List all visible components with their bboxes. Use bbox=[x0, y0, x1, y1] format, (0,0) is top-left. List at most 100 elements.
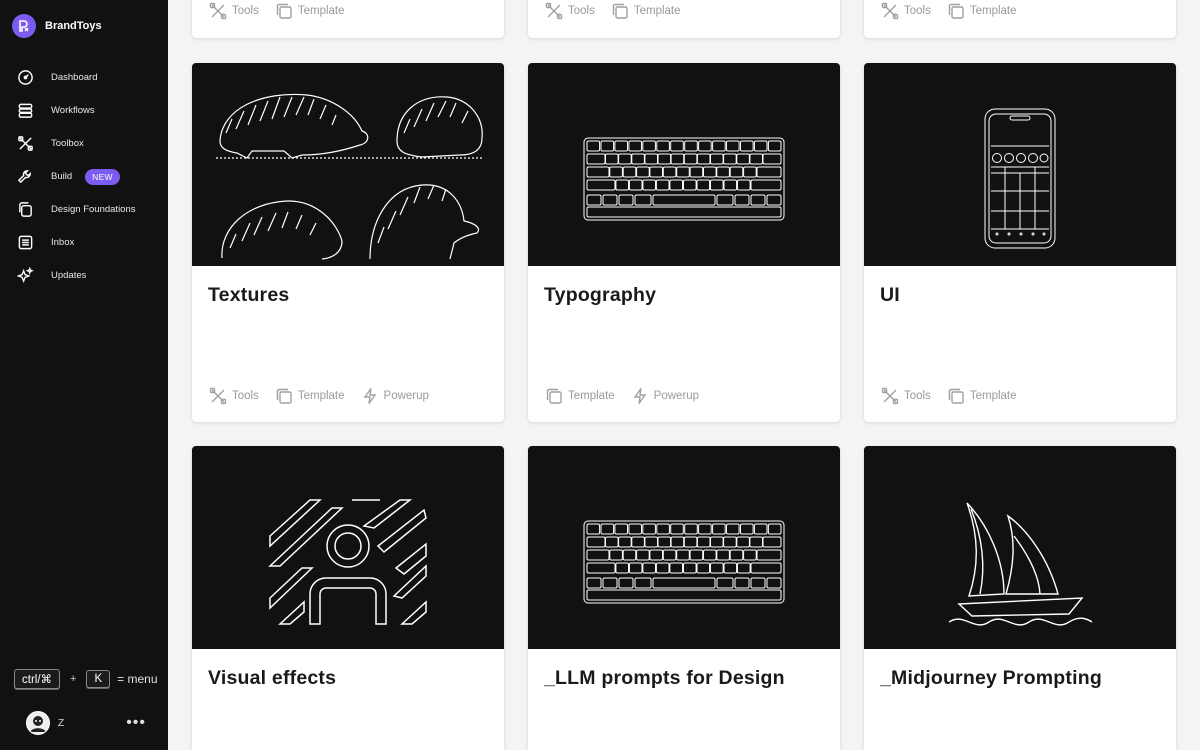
keyboard-key bbox=[723, 562, 738, 574]
stack-icon bbox=[18, 103, 33, 118]
keyboard-key bbox=[657, 153, 672, 165]
keyboard-key bbox=[740, 140, 754, 152]
card-visual-effects[interactable]: Visual effects bbox=[192, 446, 504, 750]
tag-template[interactable]: Template bbox=[545, 387, 615, 405]
keyboard-key bbox=[753, 523, 768, 535]
keyboard-illustration bbox=[583, 137, 785, 221]
tag-template[interactable]: Template bbox=[275, 387, 345, 405]
keyboard-key bbox=[726, 140, 740, 152]
tag-tools[interactable]: Tools bbox=[209, 2, 259, 20]
card-ui[interactable]: UI Tools Template bbox=[864, 63, 1176, 422]
keyboard-key bbox=[669, 179, 683, 191]
brand[interactable]: BrandToys bbox=[12, 14, 102, 38]
keyboard-key bbox=[716, 166, 730, 178]
sidebar-item-dashboard[interactable]: Dashboard bbox=[0, 61, 168, 94]
tag-label: Tools bbox=[568, 5, 595, 17]
keyboard-key bbox=[649, 549, 664, 561]
keyboard-key bbox=[662, 166, 677, 178]
tools-icon bbox=[18, 136, 33, 151]
keyboard-key bbox=[631, 153, 645, 165]
keyboard-key bbox=[656, 523, 670, 535]
keyboard-key bbox=[642, 140, 656, 152]
keyboard-key bbox=[766, 577, 782, 589]
user-name: Z bbox=[58, 717, 65, 729]
keyboard-key bbox=[586, 194, 602, 206]
card-image bbox=[864, 446, 1176, 649]
more-options-icon[interactable]: ••• bbox=[126, 715, 146, 731]
keyboard-key bbox=[670, 153, 685, 165]
keyboard-key bbox=[586, 549, 610, 561]
card-tags: Template Powerup bbox=[545, 387, 699, 405]
keyboard-key bbox=[586, 536, 606, 548]
card-partial[interactable]: Tools Template bbox=[864, 0, 1176, 38]
keyboard-key bbox=[634, 577, 652, 589]
brand-name: BrandToys bbox=[45, 20, 102, 32]
wrench-icon bbox=[17, 170, 31, 184]
tag-tools[interactable]: Tools bbox=[881, 2, 931, 20]
tag-template[interactable]: Template bbox=[947, 2, 1017, 20]
keyboard-key bbox=[642, 523, 656, 535]
keyboard-key bbox=[749, 153, 763, 165]
tag-powerup[interactable]: Powerup bbox=[631, 387, 699, 405]
tag-powerup[interactable]: Powerup bbox=[361, 387, 429, 405]
card-typography[interactable]: Typography Template Powerup bbox=[528, 63, 840, 422]
keyboard-spacebar-row bbox=[586, 206, 782, 218]
card-image bbox=[528, 63, 840, 266]
keyboard-key bbox=[602, 194, 618, 206]
card-partial[interactable]: Tools Template bbox=[192, 0, 504, 38]
template-icon bbox=[948, 388, 964, 404]
keyboard-key bbox=[622, 166, 637, 178]
keyboard-key bbox=[750, 577, 766, 589]
keyboard-key bbox=[609, 166, 623, 178]
tag-tools[interactable]: Tools bbox=[209, 387, 259, 405]
tag-label: Template bbox=[568, 390, 615, 402]
sidebar-item-updates[interactable]: Updates bbox=[0, 259, 168, 292]
card-title: Textures bbox=[208, 284, 290, 306]
keyboard-key bbox=[767, 523, 782, 535]
tag-label: Tools bbox=[904, 390, 931, 402]
card-tags: Tools Template bbox=[881, 387, 1017, 405]
keyboard-key bbox=[600, 523, 615, 535]
sidebar-item-workflows[interactable]: Workflows bbox=[0, 94, 168, 127]
sidebar-item-inbox[interactable]: Inbox bbox=[0, 226, 168, 259]
sidebar-item-label: Dashboard bbox=[51, 72, 98, 83]
card-partial[interactable]: Tools Template bbox=[528, 0, 840, 38]
sidebar-item-toolbox[interactable]: Toolbox bbox=[0, 127, 168, 160]
keyboard-key bbox=[698, 140, 712, 152]
tag-tools[interactable]: Tools bbox=[545, 2, 595, 20]
keyboard-key bbox=[644, 536, 659, 548]
card-image bbox=[192, 446, 504, 649]
keyboard-key bbox=[710, 179, 724, 191]
keyboard-key bbox=[656, 140, 670, 152]
sidebar-item-build[interactable]: Build NEW bbox=[0, 160, 168, 193]
sidebar-item-label: Updates bbox=[51, 270, 87, 281]
avatar[interactable] bbox=[26, 711, 50, 735]
tag-label: Powerup bbox=[383, 390, 429, 402]
card-title: Visual effects bbox=[208, 667, 337, 689]
card-image bbox=[864, 63, 1176, 266]
card-llm-prompts[interactable]: _LLM prompts for Design bbox=[528, 446, 840, 750]
keyboard-key bbox=[734, 577, 750, 589]
keyboard-illustration bbox=[583, 520, 785, 604]
tag-template[interactable]: Template bbox=[611, 2, 681, 20]
tag-tools[interactable]: Tools bbox=[881, 387, 931, 405]
keyboard-key bbox=[586, 562, 616, 574]
keyboard-key bbox=[743, 549, 757, 561]
keyboard-key bbox=[710, 562, 724, 574]
keyboard-key bbox=[618, 153, 632, 165]
tag-template[interactable]: Template bbox=[275, 2, 345, 20]
card-midjourney-prompting[interactable]: _Midjourney Prompting bbox=[864, 446, 1176, 750]
keyboard-key bbox=[670, 523, 684, 535]
card-textures[interactable]: Textures Tools Template Powerup bbox=[192, 63, 504, 422]
keyboard-key bbox=[750, 194, 766, 206]
keyboard-key bbox=[605, 536, 619, 548]
tools-icon bbox=[209, 2, 227, 20]
sidebar-item-design-foundations[interactable]: Design Foundations bbox=[0, 193, 168, 226]
keyboard-key bbox=[703, 166, 717, 178]
keyboard-key bbox=[703, 549, 717, 561]
keyboard-key bbox=[737, 179, 751, 191]
copy-icon bbox=[19, 202, 32, 217]
keyboard-key bbox=[710, 536, 724, 548]
keyboard-key bbox=[734, 194, 750, 206]
tag-template[interactable]: Template bbox=[947, 387, 1017, 405]
